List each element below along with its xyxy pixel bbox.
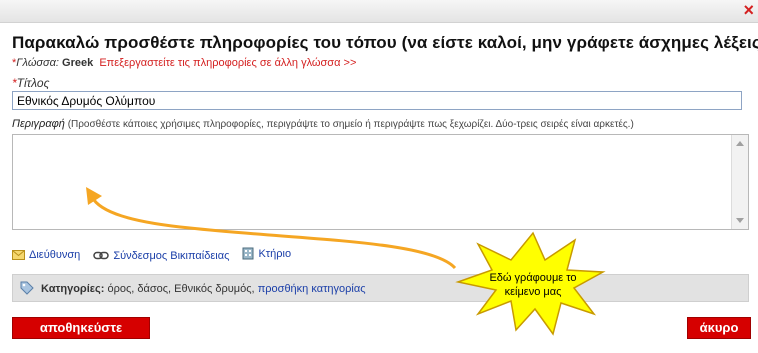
starburst-caption: Εδώ γράφουμε το κείμενο μας: [488, 271, 578, 299]
starburst-caption-line1: Εδώ γράφουμε το: [489, 272, 577, 284]
starburst-caption-line2: κείμενο μας: [504, 286, 562, 298]
callout-arrow-line: [90, 196, 457, 270]
annotation-overlay: [86, 187, 606, 336]
